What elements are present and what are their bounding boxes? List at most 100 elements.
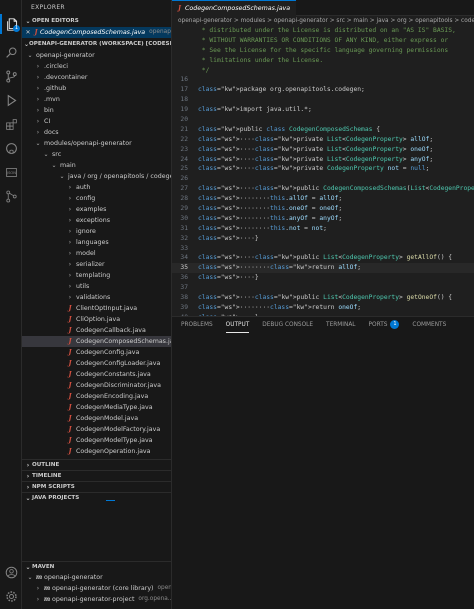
git-graph-icon[interactable] (0, 186, 22, 206)
tree-item[interactable]: › bin (22, 105, 171, 116)
tree-item[interactable]: J CodegenModelFactory.java (22, 424, 171, 435)
tree-item[interactable]: ⌄ java / org / openapitools / codegen (22, 171, 171, 182)
code-line[interactable]: 33 (172, 244, 474, 254)
tree-item[interactable]: J CodegenOperation.java (22, 446, 171, 457)
code-line[interactable]: 24 class="ws">····class="kw">private List… (172, 155, 474, 165)
panel-tab-terminal[interactable]: TERMINAL (326, 317, 355, 333)
code-line[interactable]: 36 class="ws">····} (172, 273, 474, 283)
code-line[interactable]: 22 class="ws">····class="kw">private List… (172, 135, 474, 145)
maven-item[interactable]: ›mopenapi-generator (core library)open..… (22, 583, 171, 594)
tree-item[interactable]: › examples (22, 204, 171, 215)
tree-item[interactable]: › serializer (22, 259, 171, 270)
maven-header[interactable]: ⌄ MAVEN (22, 561, 171, 572)
tree-item[interactable]: › ignore (22, 226, 171, 237)
code-line[interactable]: 27 class="ws">····class="kw">public Codeg… (172, 184, 474, 194)
code-line[interactable]: 31 class="ws">········this.not = not; (172, 224, 474, 234)
code-line[interactable]: 25 class="ws">····class="kw">private Code… (172, 164, 474, 174)
code-editor[interactable]: * distributed under the License is distr… (172, 26, 474, 316)
tree-item[interactable]: › .devcontainer (22, 72, 171, 83)
tree-item[interactable]: J CodegenMediaType.java (22, 402, 171, 413)
source-control-icon[interactable] (0, 66, 22, 86)
tree-item[interactable]: › exceptions (22, 215, 171, 226)
java-projects-header[interactable]: ⌄ JAVA PROJECTS (22, 492, 171, 503)
extensions-icon[interactable] (0, 114, 22, 134)
tree-item[interactable]: › utils (22, 281, 171, 292)
code-line[interactable]: 19 class="kw">import java.util.*; (172, 105, 474, 115)
code-line[interactable]: * distributed under the License is distr… (172, 26, 474, 36)
breadcrumb[interactable]: openapi-generator > modules > openapi-ge… (172, 16, 474, 26)
outline-header[interactable]: › OUTLINE (22, 459, 171, 470)
tree-item[interactable]: ⌄ main (22, 160, 171, 171)
tree-item[interactable]: › languages (22, 237, 171, 248)
close-icon[interactable]: ✕ (24, 27, 32, 38)
tree-item[interactable]: › docs (22, 127, 171, 138)
tree-item[interactable]: J CodegenModelType.java (22, 435, 171, 446)
account-icon[interactable] (0, 562, 22, 582)
tree-item[interactable]: J CliOption.java (22, 314, 171, 325)
settings-gear-icon[interactable] (0, 586, 22, 606)
tree-item[interactable]: J CodegenCallback.java (22, 325, 171, 336)
tree-item[interactable]: J CodegenComposedSchemas.java (22, 336, 171, 347)
tree-item-label: validations (76, 294, 111, 301)
workspace-header[interactable]: ⌄ OPENAPI-GENERATOR (WORKSPACE) [CODESPA… (22, 39, 171, 50)
code-line[interactable]: 34 class="ws">····class="kw">public List<… (172, 253, 474, 263)
code-line[interactable]: 35 class="ws">········class="kw">return a… (172, 263, 474, 274)
tree-item[interactable]: › auth (22, 182, 171, 193)
panel-tab-debug-console[interactable]: DEBUG CONSOLE (262, 317, 313, 333)
code-line[interactable]: * WITHOUT WARRANTIES OR CONDITIONS OF AN… (172, 36, 474, 46)
tree-item[interactable]: ⌄ openapi-generator (22, 50, 171, 61)
tree-item[interactable]: › .circleci (22, 61, 171, 72)
tree-item[interactable]: › .github (22, 83, 171, 94)
code-line[interactable]: 32 class="ws">····} (172, 234, 474, 244)
code-line[interactable]: 39 class="ws">········class="kw">return o… (172, 303, 474, 313)
code-line[interactable]: 18 (172, 95, 474, 105)
tree-item[interactable]: J ClientOptInput.java (22, 303, 171, 314)
code-line[interactable]: 30 class="ws">········this.anyOf = anyOf; (172, 214, 474, 224)
files-icon[interactable]: 1 (0, 14, 22, 34)
code-line[interactable]: 20 (172, 115, 474, 125)
code-line[interactable]: 21 class="kw">public class CodegenCompose… (172, 125, 474, 135)
code-line[interactable]: 16 (172, 75, 474, 85)
code-line[interactable]: 37 (172, 283, 474, 293)
tree-item[interactable]: J CodegenConfig.java (22, 347, 171, 358)
panel-tab-problems[interactable]: PROBLEMS (181, 317, 213, 333)
code-line[interactable]: * limitations under the License. (172, 56, 474, 66)
tree-item[interactable]: J CodegenConstants.java (22, 369, 171, 380)
maven-item[interactable]: ⌄ m openapi-generator (22, 572, 171, 583)
run-debug-icon[interactable] (0, 90, 22, 110)
tree-item[interactable]: › .mvn (22, 94, 171, 105)
maven-item[interactable]: › m openapi-generator-project org.opena... (22, 594, 171, 605)
code-line[interactable]: 23 class="ws">····class="kw">private List… (172, 145, 474, 155)
npm-scripts-header[interactable]: › NPM SCRIPTS (22, 481, 171, 492)
open-editors-header[interactable]: ⌄ OPEN EDITORS (22, 16, 171, 27)
tree-item[interactable]: J CodegenEncoding.java (22, 391, 171, 402)
code-line[interactable]: 17 class="kw">package org.openapitools.co… (172, 85, 474, 95)
tree-item[interactable]: › model (22, 248, 171, 259)
line-number: 38 (180, 294, 188, 302)
open-editor-item[interactable]: ✕ J CodegenComposedSchemas.java openapi.… (22, 27, 171, 38)
panel-tab-ports[interactable]: PORTS 1 (369, 317, 400, 333)
code-line[interactable]: * See the License for the specific langu… (172, 46, 474, 56)
panel-tab-comments[interactable]: COMMENTS (412, 317, 446, 333)
github-icon[interactable] (0, 138, 22, 158)
code-line[interactable]: 38 class="ws">····class="kw">public List<… (172, 293, 474, 303)
tree-item[interactable]: › config (22, 193, 171, 204)
panel-tab-output[interactable]: OUTPUT (225, 317, 250, 333)
json-icon[interactable]: JSON (0, 162, 22, 182)
tree-item[interactable]: J CodegenConfigLoader.java (22, 358, 171, 369)
tree-item[interactable]: J CodegenModel.java (22, 413, 171, 424)
tree-item[interactable]: › templating (22, 270, 171, 281)
code-line[interactable]: 26 (172, 174, 474, 184)
code-line[interactable]: 29 class="ws">········this.oneOf = oneOf; (172, 204, 474, 214)
editor-tab-active[interactable]: J CodegenComposedSchemas.java (172, 0, 297, 16)
tree-item[interactable]: ⌄ src (22, 149, 171, 160)
tree-item-label: exceptions (76, 217, 111, 224)
code-line[interactable]: */ (172, 66, 474, 76)
code-line[interactable]: 28 class="ws">········this.allOf = allOf; (172, 194, 474, 204)
tree-item[interactable]: ⌄ modules/openapi-generator (22, 138, 171, 149)
tree-item[interactable]: › CI (22, 116, 171, 127)
tree-item[interactable]: › validations (22, 292, 171, 303)
timeline-header[interactable]: › TIMELINE (22, 470, 171, 481)
search-icon[interactable] (0, 42, 22, 62)
tree-item[interactable]: J CodegenDiscriminator.java (22, 380, 171, 391)
